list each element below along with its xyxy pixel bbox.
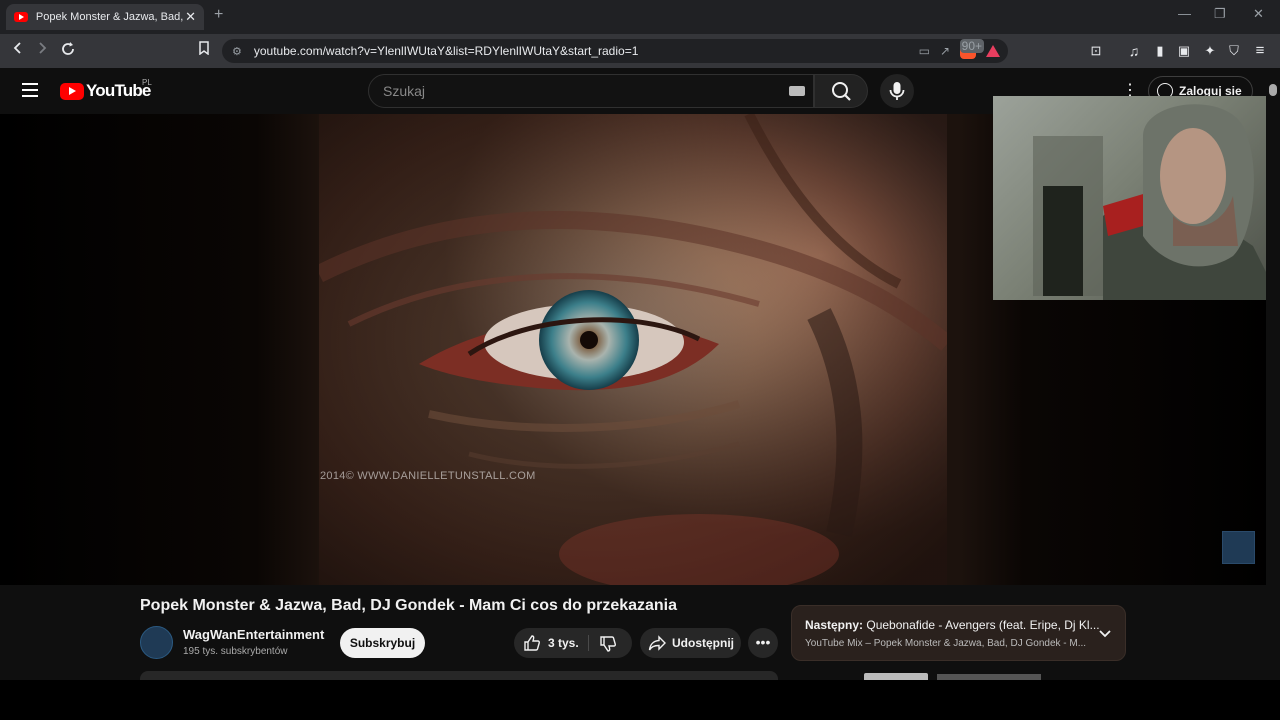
channel-avatar[interactable] [140, 626, 173, 659]
browser-toolbar: ⚙ youtube.com/watch?v=YlenlIWUtaY&list=R… [0, 34, 1280, 68]
taskbar-area [0, 680, 1280, 720]
search-icon [832, 82, 851, 101]
search-button[interactable] [814, 74, 868, 108]
share-label: Udostępnij [672, 636, 734, 650]
media-icon[interactable]: ♫ [1124, 41, 1144, 61]
webcam-person-image [1033, 104, 1280, 300]
site-info-icon[interactable]: ⚙ [232, 45, 242, 58]
youtube-logo-text: YouTube [86, 81, 151, 100]
chevron-down-icon[interactable] [1095, 624, 1115, 644]
share-button[interactable]: Udostępnij [640, 628, 741, 658]
tab-close-icon[interactable]: ✕ [185, 9, 196, 25]
wallet-icon[interactable]: ▣ [1174, 41, 1194, 61]
playlist-thumbnail[interactable] [864, 673, 928, 680]
scrollbar-thumb[interactable] [1269, 84, 1277, 96]
brave-shields-icon[interactable]: 90+ [959, 39, 984, 59]
like-icon[interactable] [523, 634, 541, 652]
guide-menu-icon[interactable] [22, 83, 38, 97]
description-box[interactable] [140, 671, 778, 680]
forward-icon[interactable] [32, 41, 52, 61]
playlist-item-peek [792, 673, 1132, 680]
video-watermark: 2014© WWW.DANIELLETUNSTALL.COM [320, 470, 536, 482]
share-icon [648, 635, 666, 651]
up-next-label: Następny: [805, 618, 864, 632]
vpn-icon[interactable]: ⛉ [1224, 41, 1244, 61]
like-dislike-bar: 3 tys. [514, 628, 632, 658]
active-tab[interactable]: Popek Monster & Jazwa, Bad, DJ Gondek - … [6, 4, 204, 30]
browser-window: Popek Monster & Jazwa, Bad, DJ Gondek - … [0, 0, 1280, 720]
like-count: 3 tys. [548, 636, 579, 650]
brave-rewards-icon[interactable] [986, 45, 1000, 57]
country-code: PL [142, 78, 152, 87]
leo-ai-icon[interactable]: ✦ [1200, 41, 1220, 61]
dislike-icon[interactable] [599, 635, 617, 653]
keyboard-icon[interactable] [789, 86, 805, 96]
tab-title: Popek Monster & Jazwa, Bad, DJ Gondek - … [35, 11, 185, 23]
eye-closeup-image [319, 114, 947, 585]
more-actions-icon[interactable]: ••• [748, 628, 778, 658]
subscribe-button[interactable]: Subskrybuj [340, 628, 425, 658]
page-scrollbar[interactable] [1266, 68, 1280, 680]
tab-strip: Popek Monster & Jazwa, Bad, DJ Gondek - … [0, 0, 1280, 34]
brave-badge: 90+ [959, 39, 984, 53]
channel-watermark-icon[interactable] [1222, 531, 1255, 564]
search-placeholder: Szukaj [383, 83, 426, 99]
video-frame[interactable] [319, 114, 947, 585]
video-title: Popek Monster & Jazwa, Bad, DJ Gondek - … [140, 597, 678, 614]
reload-icon[interactable] [58, 41, 78, 61]
window-close-icon[interactable]: ✕ [1253, 6, 1264, 22]
up-next-card[interactable]: Następny: Quebonafide - Avengers (feat. … [791, 605, 1126, 661]
back-icon[interactable] [8, 41, 28, 61]
cast-icon[interactable]: ▭ [919, 44, 930, 58]
channel-name[interactable]: WagWanEntertainment [183, 627, 324, 642]
youtube-favicon-icon [14, 12, 28, 22]
youtube-logo[interactable]: YouTube PL [60, 78, 152, 101]
subscriber-count: 195 tys. subskrybentów [183, 646, 288, 657]
share-page-icon[interactable]: ↗ [940, 44, 950, 58]
voice-search-button[interactable] [880, 74, 914, 108]
minimize-icon[interactable]: — [1178, 6, 1191, 21]
menu-icon[interactable]: ≡ [1250, 41, 1270, 61]
like-divider [588, 635, 589, 651]
url-text: youtube.com/watch?v=YlenlIWUtaY&list=RDY… [253, 44, 639, 58]
bookmark-icon[interactable] [194, 41, 214, 61]
up-next-line: Następny: Quebonafide - Avengers (feat. … [805, 618, 1100, 632]
search-input[interactable]: Szukaj [368, 74, 814, 108]
microphone-icon [889, 82, 905, 100]
restore-icon[interactable]: ❐ [1214, 6, 1226, 22]
sidebar-icon[interactable]: ▮ [1150, 41, 1170, 61]
webcam-overlay [993, 96, 1280, 300]
up-next-title: Quebonafide - Avengers (feat. Eripe, Dj … [866, 618, 1100, 632]
youtube-play-icon [60, 82, 84, 100]
screenshot-icon[interactable]: ⊡ [1086, 41, 1106, 61]
new-tab-icon[interactable]: + [214, 6, 223, 24]
up-next-subtitle: YouTube Mix – Popek Monster & Jazwa, Bad… [805, 638, 1087, 649]
address-bar[interactable]: ⚙ youtube.com/watch?v=YlenlIWUtaY&list=R… [222, 39, 1008, 63]
